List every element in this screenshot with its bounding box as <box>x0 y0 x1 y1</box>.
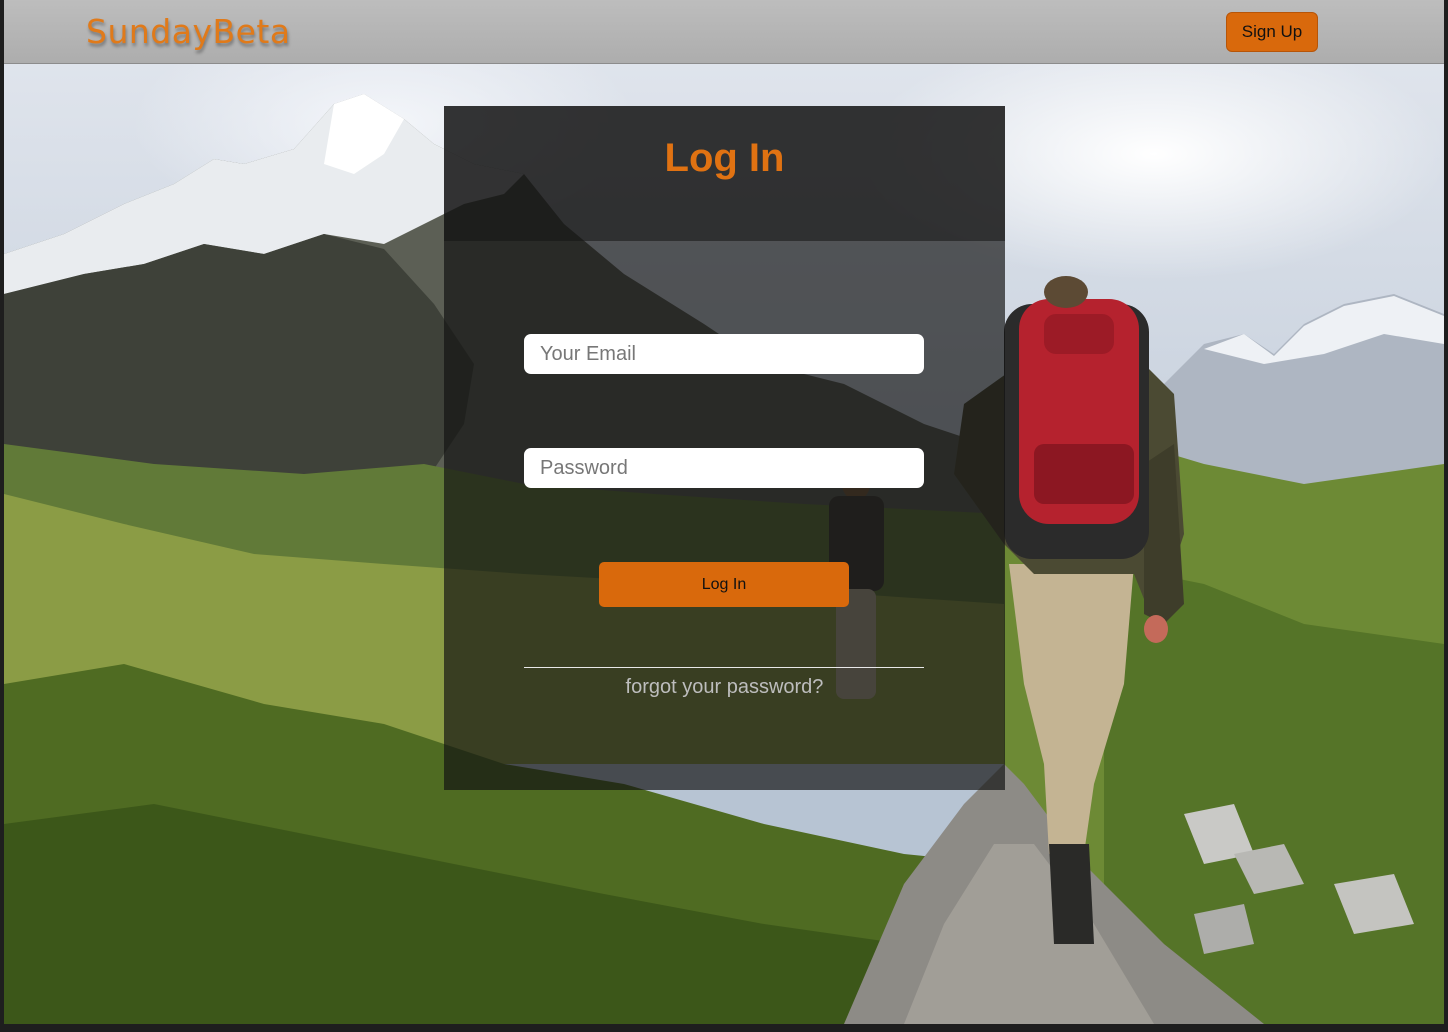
password-input[interactable] <box>524 448 924 488</box>
login-panel: Log In Log In forgot your password? <box>444 106 1005 790</box>
brand-logo[interactable]: SundayBeta <box>86 12 291 51</box>
login-panel-header: Log In <box>444 106 1005 241</box>
sign-up-button[interactable]: Sign Up <box>1226 12 1318 52</box>
app-frame: SundayBeta Sign Up Log In Your Email Log… <box>4 0 1444 1024</box>
forgot-password-link[interactable]: forgot your password? <box>444 676 1005 699</box>
email-input[interactable] <box>524 334 924 374</box>
divider <box>524 667 924 668</box>
login-button[interactable]: Log In <box>599 562 849 607</box>
navbar: SundayBeta Sign Up <box>4 0 1444 64</box>
login-title: Log In <box>664 136 785 180</box>
